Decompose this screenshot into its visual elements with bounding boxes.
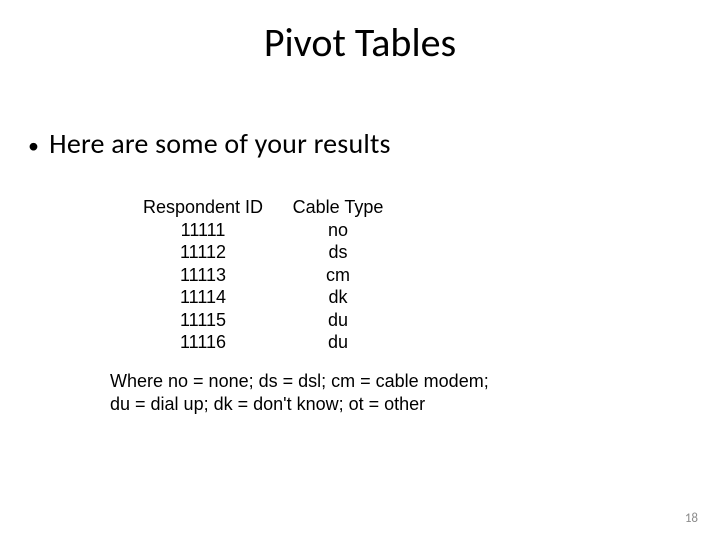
header-respondent-id: Respondent ID bbox=[128, 196, 278, 219]
bullet-icon: • bbox=[28, 135, 39, 157]
cell-type: no bbox=[278, 219, 398, 242]
legend-line-2: du = dial up; dk = don't know; ot = othe… bbox=[110, 393, 610, 416]
slide: Pivot Tables • Here are some of your resu… bbox=[0, 0, 720, 540]
table-row: 11111 no bbox=[128, 219, 398, 242]
cell-id: 11111 bbox=[128, 219, 278, 242]
cell-id: 11112 bbox=[128, 241, 278, 264]
table-row: 11115 du bbox=[128, 309, 398, 332]
cell-type: du bbox=[278, 309, 398, 332]
table-row: 11114 dk bbox=[128, 286, 398, 309]
page-number: 18 bbox=[685, 511, 698, 526]
table-row: 11113 cm bbox=[128, 264, 398, 287]
cell-id: 11115 bbox=[128, 309, 278, 332]
table-row: 11116 du bbox=[128, 331, 398, 354]
bullet-text: Here are some of your results bbox=[49, 126, 391, 161]
table-header-row: Respondent ID Cable Type bbox=[128, 196, 398, 219]
header-cable-type: Cable Type bbox=[278, 196, 398, 219]
cell-type: dk bbox=[278, 286, 398, 309]
bullet-line: • Here are some of your results bbox=[28, 126, 391, 161]
cell-type: ds bbox=[278, 241, 398, 264]
cell-type: du bbox=[278, 331, 398, 354]
cell-id: 11113 bbox=[128, 264, 278, 287]
data-table: Respondent ID Cable Type 11111 no 11112 … bbox=[128, 196, 398, 354]
cell-type: cm bbox=[278, 264, 398, 287]
cell-id: 11114 bbox=[128, 286, 278, 309]
legend-line-1: Where no = none; ds = dsl; cm = cable mo… bbox=[110, 370, 610, 393]
legend-text: Where no = none; ds = dsl; cm = cable mo… bbox=[110, 370, 610, 417]
cell-id: 11116 bbox=[128, 331, 278, 354]
slide-title: Pivot Tables bbox=[0, 18, 720, 67]
table-row: 11112 ds bbox=[128, 241, 398, 264]
